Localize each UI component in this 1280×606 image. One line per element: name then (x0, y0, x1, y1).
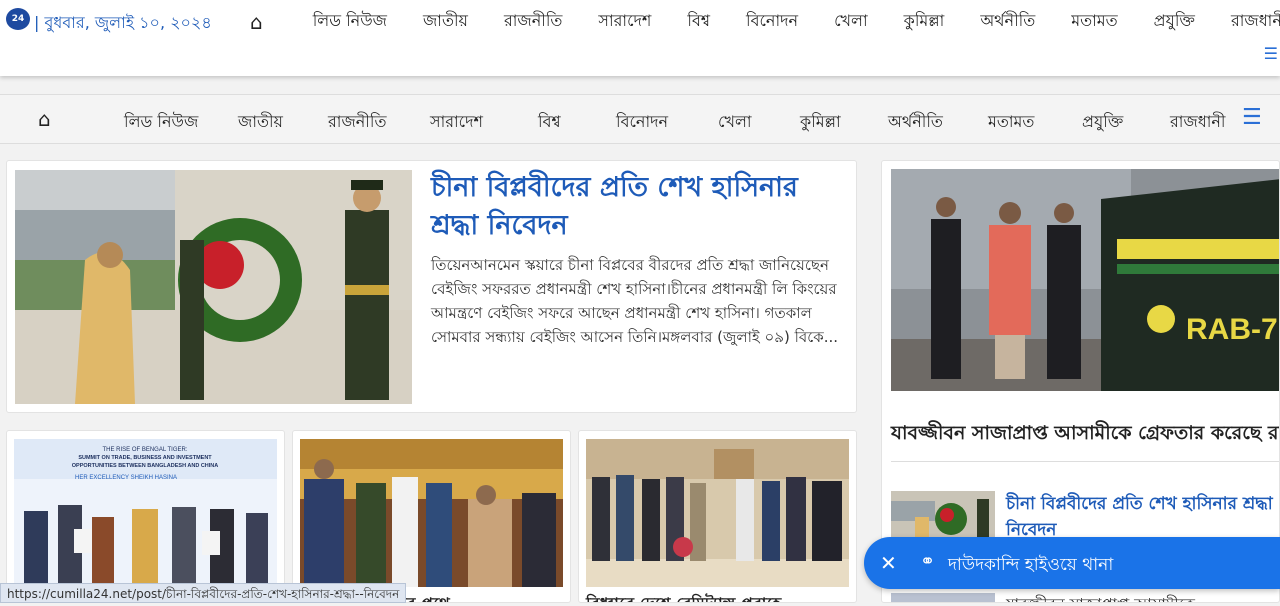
tag-toast[interactable]: ✕ ⚭ দাউদকান্দি হাইওয়ে থানা (864, 537, 1280, 589)
top-nav-item-politics[interactable]: রাজনীতি (504, 8, 562, 35)
nav-item-opinion[interactable]: মতামত (988, 109, 1034, 136)
sidebar-item-title[interactable]: চীনা বিপ্লবীদের প্রতি শেখ হাসিনার শ্রদ্ধ… (1006, 491, 1279, 543)
news-card-image[interactable] (300, 439, 563, 587)
nav-item-country[interactable]: সারাদেশ (430, 109, 483, 136)
news-card[interactable]: বিধ্বারে দেশে রেমিট্যান্স প্রবাহে... (578, 430, 857, 603)
sidebar-lead-image[interactable]: RAB-7 (891, 169, 1279, 391)
sidebar-lead-image-text: RAB-7 (1186, 313, 1278, 346)
news-card-image[interactable]: THE RISE OF BENGAL TIGER: SUMMIT ON TRAD… (14, 439, 277, 587)
top-nav-item-economy[interactable]: অর্থনীতি (980, 8, 1035, 35)
lead-story-image[interactable] (15, 170, 412, 404)
tag-icon: ⚭ (920, 551, 936, 572)
top-nav: ⌂ লিড নিউজ জাতীয় রাজনীতি সারাদেশ বিশ্ব … (250, 8, 1280, 35)
top-nav-item-tech[interactable]: প্রযুক্তি (1154, 8, 1195, 35)
banner-line-1: THE RISE OF BENGAL TIGER: (102, 447, 187, 453)
top-nav-item-sports[interactable]: খেলা (834, 8, 868, 35)
banner-line-4: HER EXCELLENCY SHEIKH HASINA (75, 475, 177, 481)
lead-story-summary: তিয়েনআনমেন স্কয়ারে চীনা বিপ্লবের বীরদে… (431, 256, 839, 346)
banner-line-2: SUMMIT ON TRADE, BUSINESS AND INVESTMENT (78, 455, 212, 461)
close-icon[interactable]: ✕ (880, 551, 897, 575)
home-icon[interactable]: ⌂ (250, 10, 263, 34)
top-nav-item-cumilla[interactable]: কুমিল্লা (904, 8, 945, 35)
top-nav-item-world[interactable]: বিশ্ব (687, 8, 710, 35)
nav-item-capital[interactable]: রাজধানী (1170, 109, 1226, 136)
lead-story: চীনা বিপ্লবীদের প্রতি শেখ হাসিনার শ্রদ্ধ… (6, 160, 857, 413)
nav-item-lead[interactable]: লিড নিউজ (124, 109, 198, 136)
news-card-image[interactable] (586, 439, 849, 587)
hamburger-menu-icon[interactable]: ☰ (1242, 105, 1262, 130)
nav-item-economy[interactable]: অর্থনীতি (888, 109, 943, 136)
top-nav-item-lead[interactable]: লিড নিউজ (313, 8, 387, 35)
status-bar-url: https://cumilla24.net/post/চীনা-বিপ্লবীদ… (0, 583, 407, 603)
divider (891, 461, 1279, 462)
nav-item-entertainment[interactable]: বিনোদন (616, 109, 668, 136)
sidebar-lead-title[interactable]: যাবজ্জীবন সাজাপ্রাপ্ত আসামীকে গ্রেফতার ক… (891, 419, 1279, 451)
main-nav: ⌂ লিড নিউজ জাতীয় রাজনীতি সারাদেশ বিশ্ব … (0, 94, 1280, 144)
site-logo[interactable]: 24 (6, 8, 30, 30)
nav-item-sports[interactable]: খেলা (718, 109, 752, 136)
lead-story-title[interactable]: চীনা বিপ্লবীদের প্রতি শেখ হাসিনার শ্রদ্ধ… (431, 169, 846, 245)
home-icon[interactable]: ⌂ (38, 107, 51, 131)
top-nav-item-national[interactable]: জাতীয় (423, 8, 468, 35)
nav-item-cumilla[interactable]: কুমিল্লা (800, 109, 841, 136)
news-card[interactable]: ...স সফরে চীনের প্রথে... (292, 430, 571, 603)
nav-item-national[interactable]: জাতীয় (238, 109, 283, 136)
sidebar-item-thumbnail[interactable] (891, 491, 995, 539)
top-nav-item-capital[interactable]: রাজধানী (1231, 8, 1280, 35)
sidebar-item-thumbnail[interactable] (891, 593, 995, 602)
header-date: | বুধবার, জুলাই ১০, ২০২৪ (34, 13, 212, 32)
top-nav-item-entertainment[interactable]: বিনোদন (746, 8, 798, 35)
news-card[interactable]: THE RISE OF BENGAL TIGER: SUMMIT ON TRAD… (6, 430, 285, 603)
nav-item-politics[interactable]: রাজনীতি (328, 109, 386, 136)
banner-line-3: OPPORTUNITIES BETWEEN BANGLADESH AND CHI… (72, 463, 218, 469)
nav-item-world[interactable]: বিশ্ব (538, 109, 561, 136)
hamburger-menu-icon[interactable]: ☰ (1264, 44, 1278, 63)
top-nav-item-country[interactable]: সারাদেশ (598, 8, 651, 35)
top-header: 24 | বুধবার, জুলাই ১০, ২০২৪ ⌂ লিড নিউজ জ… (0, 0, 1280, 76)
nav-item-tech[interactable]: প্রযুক্তি (1082, 109, 1123, 136)
news-card-title[interactable]: বিধ্বারে দেশে রেমিট্যান্স প্রবাহে... (586, 591, 799, 602)
sidebar-item-title[interactable]: যাবজ্জীবন সাজাপ্রাপ্ত আসামীকে... (1006, 593, 1209, 602)
tag-toast-label[interactable]: দাউদকান্দি হাইওয়ে থানা (948, 552, 1113, 580)
top-nav-item-opinion[interactable]: মতামত (1071, 8, 1117, 35)
